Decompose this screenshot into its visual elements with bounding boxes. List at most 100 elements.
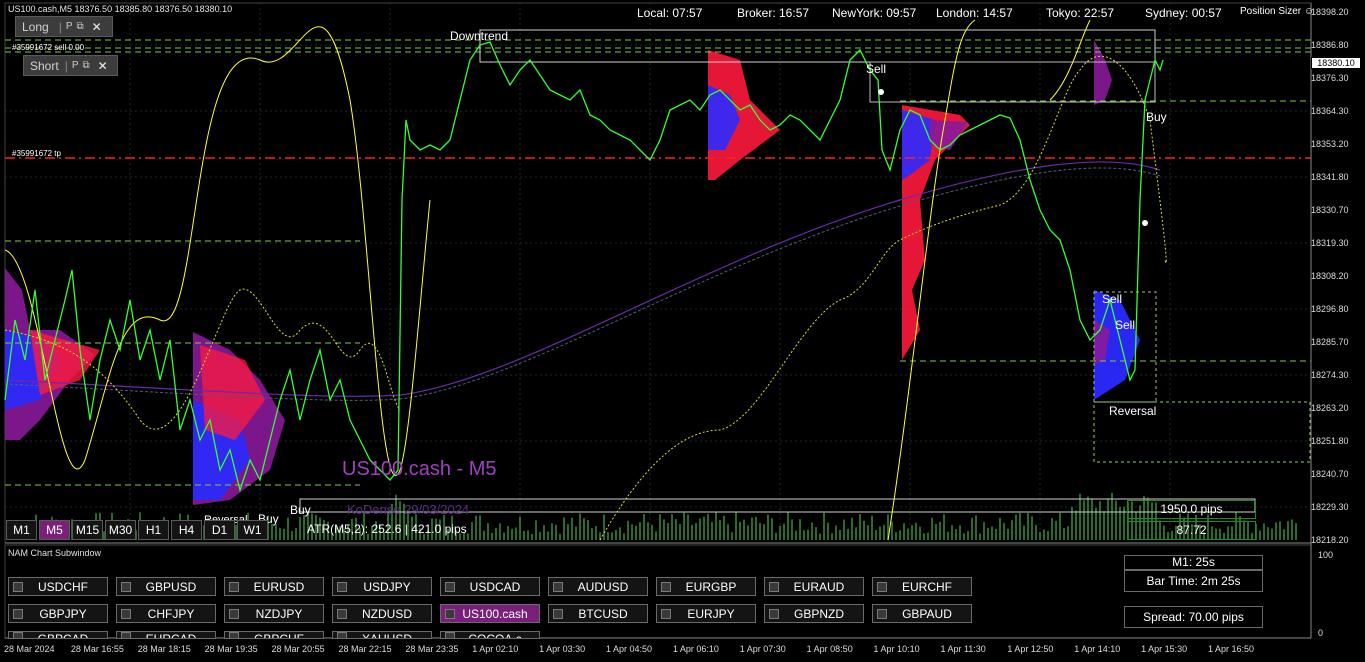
pair-indicator-icon [13, 608, 23, 619]
ratio-readout: 87.72 [1127, 521, 1256, 540]
long-p-button[interactable]: P [66, 21, 73, 32]
volume-profile-top [708, 50, 780, 180]
time-axis-label: 28 Mar 18:15 [137, 644, 191, 654]
pair-button-us100cash[interactable]: US100.cash [440, 604, 540, 623]
tf-w1-button[interactable]: W1 [237, 520, 268, 540]
pair-label: NZDJPY [255, 606, 303, 621]
pair-label: EURCAD [145, 632, 197, 639]
tf-h4-button[interactable]: H4 [171, 520, 202, 540]
time-axis-label: 28 Mar 20:55 [271, 644, 325, 654]
pair-label: BTCUSD [578, 606, 628, 621]
sell-label-2: Sell [1102, 292, 1123, 306]
pair-button-xauusd[interactable]: XAUUSD [332, 631, 432, 639]
price-axis-label: 18274.30 [1311, 370, 1349, 380]
spread-readout: Spread: 70.00 pips [1124, 606, 1263, 628]
pair-indicator-icon [13, 581, 23, 592]
time-axis-label: 1 Apr 08:50 [806, 644, 853, 654]
pair-indicator-icon [121, 581, 131, 592]
price-axis-label: 18330.70 [1311, 205, 1349, 215]
sell-signal-dot [878, 89, 884, 95]
pair-button-eurcad[interactable]: EURCAD [116, 631, 216, 639]
pair-button-chfjpy[interactable]: CHFJPY [116, 604, 216, 623]
tf-m30-button[interactable]: M30 [105, 520, 136, 540]
pair-button-nzdusd[interactable]: NZDUSD [332, 604, 432, 623]
pair-label: GBPCHF [253, 632, 304, 639]
pair-button-usdchf[interactable]: USDCHF [8, 577, 108, 596]
pair-button-cocoac[interactable]: COCOA.c [440, 631, 540, 639]
long-panel[interactable]: Long | P ⧉ ✕ [15, 16, 113, 37]
restore-icon[interactable]: ⧉ [82, 60, 89, 71]
pair-label: NZDUSD [362, 606, 412, 621]
pair-button-eurjpy[interactable]: EURJPY [656, 604, 756, 623]
pair-button-usdjpy[interactable]: USDJPY [332, 577, 432, 596]
time-axis-label: 1 Apr 07:30 [739, 644, 786, 654]
price-axis-label: 18251.80 [1311, 436, 1349, 446]
pair-indicator-icon [445, 608, 455, 619]
pair-button-btcusd[interactable]: BTCUSD [548, 604, 648, 623]
bar-time: Bar Time: 2m 25s [1124, 570, 1263, 592]
reversal-label: Reversal [1109, 404, 1157, 418]
price-axis-label: 18240.70 [1311, 469, 1349, 479]
tf-h1-button[interactable]: H1 [138, 520, 169, 540]
pair-button-euraud[interactable]: EURAUD [764, 577, 864, 596]
pair-button-usdcad[interactable]: USDCAD [440, 577, 540, 596]
symbol-info: US100.cash,M5 18376.50 18385.80 18376.50… [8, 4, 233, 14]
pair-button-gbpjpy[interactable]: GBPJPY [8, 604, 108, 623]
tf-m5-button[interactable]: M5 [39, 520, 70, 540]
time-axis-label: 28 Mar 19:35 [204, 644, 258, 654]
pair-indicator-icon [13, 632, 23, 638]
tf-m15-button[interactable]: M15 [72, 520, 103, 540]
pair-label: US100.cash [462, 606, 528, 621]
price-axis-label: 18398.20 [1311, 7, 1349, 17]
pair-button-gbpcad[interactable]: GBPCAD [8, 631, 108, 639]
pair-indicator-icon [229, 581, 239, 592]
pair-indicator-icon [337, 581, 347, 592]
timeframe-bar: M1 M5 M15 M30 H1 H4 D1 W1 [6, 520, 270, 540]
pair-indicator-icon [661, 581, 671, 592]
time-axis-label: 28 Mar 23:35 [405, 644, 459, 654]
pair-label: GBPNZD [793, 606, 844, 621]
time-axis-label: 28 Mar 22:15 [338, 644, 392, 654]
pair-label: GBPAUD [902, 606, 952, 621]
pair-label: EURJPY [687, 606, 735, 621]
m1-timer: M1: 25s [1124, 555, 1263, 570]
sub-axis-bottom: 0 [1318, 628, 1324, 638]
close-icon[interactable]: ✕ [98, 59, 108, 73]
pair-indicator-icon [121, 608, 131, 619]
close-icon[interactable]: ✕ [92, 20, 102, 34]
pair-button-gbpchf[interactable]: GBPCHF [224, 631, 324, 639]
pair-indicator-icon [337, 608, 347, 619]
time-axis-label: 1 Apr 06:10 [672, 644, 719, 654]
pair-button-nzdjpy[interactable]: NZDJPY [224, 604, 324, 623]
short-panel[interactable]: Short | P ⧉ ✕ [23, 55, 118, 76]
pair-button-eurusd[interactable]: EURUSD [224, 577, 324, 596]
subwindow-title: NAM Chart Subwindow [8, 548, 102, 558]
pair-label: GBPJPY [39, 606, 87, 621]
pair-label: EURCHF [902, 579, 952, 594]
pair-button-audusd[interactable]: AUDUSD [548, 577, 648, 596]
buy-signal-dot [1142, 220, 1148, 226]
pair-button-eurgbp[interactable]: EURGBP [656, 577, 756, 596]
price-axis-label: 18229.30 [1311, 502, 1349, 512]
sell-label-3: Sell [1115, 318, 1136, 332]
price-axis-label: 18296.80 [1311, 304, 1349, 314]
pair-label: COCOA.c [468, 632, 522, 639]
envelope-spike-2 [1049, 19, 1091, 101]
short-p-button[interactable]: P [72, 60, 79, 71]
restore-icon[interactable]: ⧉ [77, 21, 84, 32]
moving-average-band [4, 167, 1161, 401]
downtrend-label: Downtrend [450, 29, 509, 43]
pair-button-gbpaud[interactable]: GBPAUD [872, 604, 972, 623]
pair-indicator-icon [661, 608, 671, 619]
clock-sydney: Sydney: 00:57 [1145, 6, 1222, 20]
tf-m1-button[interactable]: M1 [6, 520, 37, 540]
envelope-spike [887, 19, 976, 541]
time-axis-label: 1 Apr 11:30 [940, 644, 986, 654]
tf-d1-button[interactable]: D1 [204, 520, 235, 540]
position-sizer-button[interactable]: Position Sizer ☺ [1240, 6, 1314, 17]
pair-indicator-icon [337, 632, 347, 638]
pair-button-gbpusd[interactable]: GBPUSD [116, 577, 216, 596]
price-axis-label: 18353.20 [1311, 139, 1349, 149]
pair-button-eurchf[interactable]: EURCHF [872, 577, 972, 596]
pair-button-gbpnzd[interactable]: GBPNZD [764, 604, 864, 623]
